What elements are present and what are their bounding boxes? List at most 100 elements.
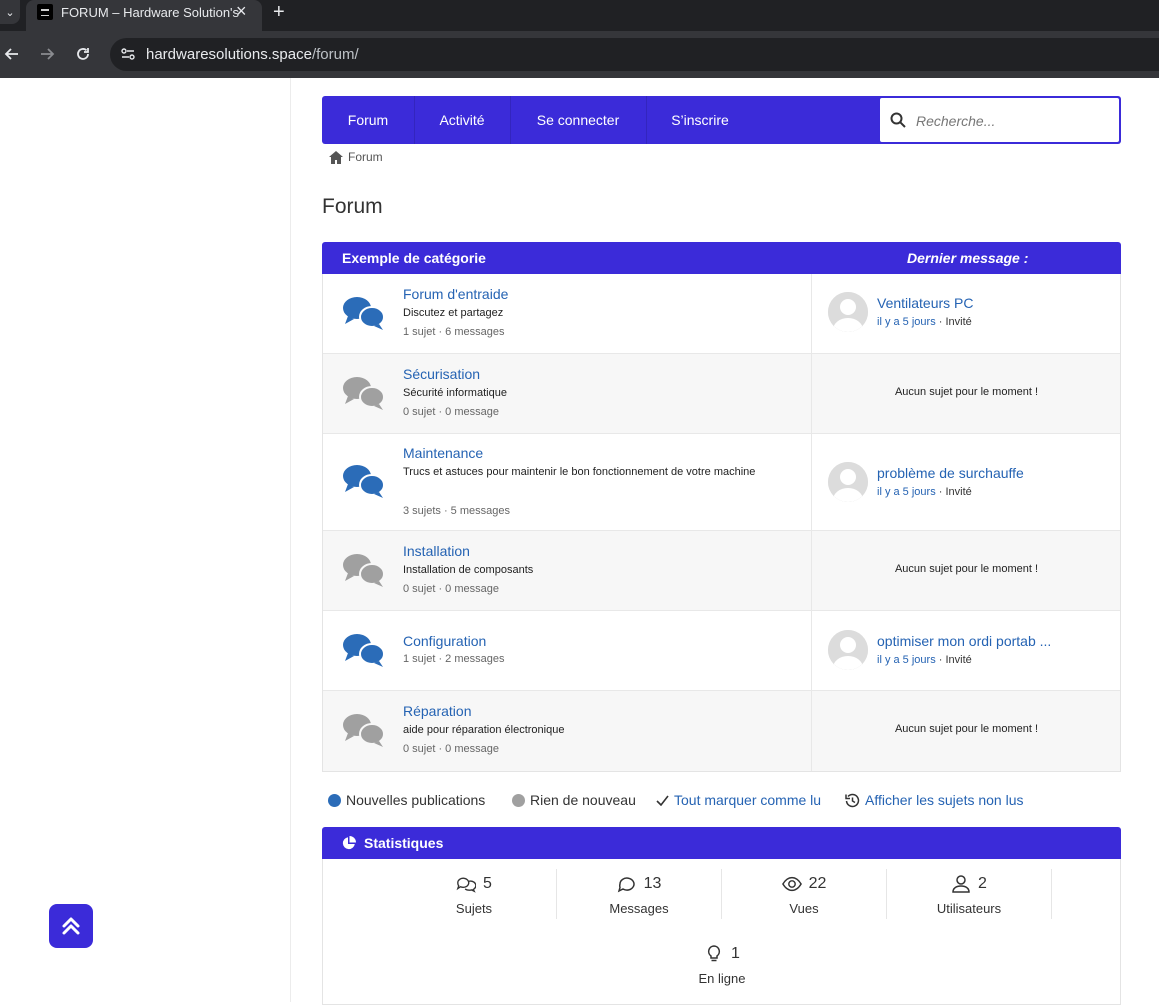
stat-messages-value: 13 [643,875,662,892]
forum-no-new-icon [343,554,385,587]
stat-messages-label: Messages [609,901,669,916]
forum-stats: 3 sujets · 5 messages [403,505,510,517]
forward-arrow-icon[interactable] [39,42,55,68]
tab-search-button[interactable]: ⌄ [0,0,20,24]
last-post-time[interactable]: il y a 5 jours [877,316,936,328]
no-topic-text: Aucun sujet pour le moment ! [894,563,1039,575]
forum-no-new-icon [343,377,385,410]
search-input[interactable] [914,107,1113,135]
forum-row: Configuration 1 sujet · 2 messages optim… [323,610,1120,690]
scroll-to-top-button[interactable] [49,904,93,948]
tab-title: FORUM – Hardware Solution's [61,5,240,20]
url-path: /forum/ [311,46,359,63]
show-unread-label[interactable]: Afficher les sujets non lus [865,792,1024,808]
reload-icon[interactable] [75,42,91,68]
stat-messages: 13 Messages [557,873,721,916]
forum-new-icon [343,297,385,330]
blue-dot-icon [328,793,341,807]
last-post-time[interactable]: il y a 5 jours [877,486,936,498]
address-bar[interactable]: hardwaresolutions.space/forum/ [110,38,1159,71]
last-post-user: · Invité [938,486,972,498]
stat-online-value: 1 [731,945,740,962]
legend-nothing-label: Rien de nouveau [530,792,636,808]
last-post-user: · Invité [938,654,972,666]
forum-new-icon [343,634,385,667]
forum-title-link[interactable]: Sécurisation [403,366,480,382]
forum-description: Installation de composants [403,564,534,576]
user-icon [952,875,970,893]
stat-online-label: En ligne [698,971,746,986]
check-icon [656,795,669,806]
nav-login[interactable]: Se connecter [510,96,646,144]
forum-description: Sécurité informatique [403,387,507,399]
legend-no-new: Rien de nouveau [512,792,636,808]
last-post-meta: il y a 5 jours · Invité [877,654,972,666]
nav-activity[interactable]: Activité [414,96,510,144]
forum-stats: 1 sujet · 6 messages [403,326,505,338]
site-favicon-icon [37,4,53,20]
forum-list: Forum d'entraide Discutez et partagez 1 … [322,274,1121,772]
lightbulb-icon [707,945,721,962]
last-post-cell: Aucun sujet pour le moment ! [811,354,1121,433]
back-arrow-icon[interactable] [4,42,20,68]
forum-title-link[interactable]: Forum d'entraide [403,286,508,302]
forum-row: Réparation aide pour réparation électron… [323,690,1120,771]
last-post-link[interactable]: problème de surchauffe [877,465,1024,481]
page: Forum Activité Se connecter S’inscrire F… [0,78,1159,1005]
avatar[interactable] [828,292,868,332]
last-post-link[interactable]: optimiser mon ordi portab ... [877,633,1051,649]
forum-title-link[interactable]: Réparation [403,703,472,719]
category-title[interactable]: Exemple de catégorie [342,250,486,266]
tab-close-icon[interactable]: × [236,1,247,21]
forum-title-link[interactable]: Installation [403,543,470,559]
last-post-time[interactable]: il y a 5 jours [877,654,936,666]
stat-topics-value: 5 [483,875,492,892]
url-host: hardwaresolutions.space [146,46,312,63]
show-unread-link[interactable]: Afficher les sujets non lus [845,792,1024,808]
forum-stats: 1 sujet · 2 messages [403,653,505,665]
site-settings-icon[interactable] [120,46,136,62]
last-post-link[interactable]: Ventilateurs PC [877,295,974,311]
no-topic-text: Aucun sujet pour le moment ! [894,723,1039,735]
last-post-cell: Aucun sujet pour le moment ! [811,691,1121,771]
last-post-user: · Invité [938,316,972,328]
new-tab-button[interactable]: + [273,0,285,24]
stat-divider [1051,869,1052,919]
statistics-title: Statistiques [364,835,444,851]
url-text: hardwaresolutions.space/forum/ [146,46,359,63]
home-icon [329,150,343,164]
nav-forum[interactable]: Forum [322,96,414,144]
category-header: Exemple de catégorie Dernier message : [322,242,1121,274]
avatar[interactable] [828,630,868,670]
forum-title-link[interactable]: Maintenance [403,445,483,461]
mark-all-read-link[interactable]: Tout marquer comme lu [656,792,821,808]
mark-all-read-label[interactable]: Tout marquer comme lu [674,792,821,808]
forum-title-link[interactable]: Configuration [403,633,486,649]
statistics-header: Statistiques [322,827,1121,859]
last-post-cell: Aucun sujet pour le moment ! [811,531,1121,610]
legend-new-posts: Nouvelles publications [328,792,485,808]
browser-tabbar: ⌄ FORUM – Hardware Solution's × + [0,0,1159,31]
last-post-meta: il y a 5 jours · Invité [877,486,972,498]
forum-row: Sécurisation Sécurité informatique 0 suj… [323,353,1120,433]
stat-views-label: Vues [789,901,819,916]
history-icon [845,793,860,807]
chevron-down-icon: ⌄ [5,6,15,19]
last-post-cell: optimiser mon ordi portab ... il y a 5 j… [811,611,1121,690]
no-topic-text: Aucun sujet pour le moment ! [894,386,1039,398]
browser-tab[interactable]: FORUM – Hardware Solution's × [26,0,262,31]
forum-description: aide pour réparation électronique [403,724,565,736]
browser-toolbar: hardwaresolutions.space/forum/ [0,31,1159,78]
stat-views: 22 Vues [722,873,886,916]
avatar[interactable] [828,462,868,502]
forum-row: Forum d'entraide Discutez et partagez 1 … [323,274,1120,353]
breadcrumb-forum-link[interactable]: Forum [348,150,383,164]
pie-chart-icon [342,836,356,850]
forum-new-icon [343,465,385,498]
page-title: Forum [322,195,383,218]
nav-register[interactable]: S’inscrire [646,96,754,144]
forum-description: Discutez et partagez [403,307,504,319]
double-chevron-up-icon [62,917,80,935]
forum-stats: 0 sujet · 0 message [403,406,499,418]
forum-row: Maintenance Trucs et astuces pour mainte… [323,433,1120,530]
